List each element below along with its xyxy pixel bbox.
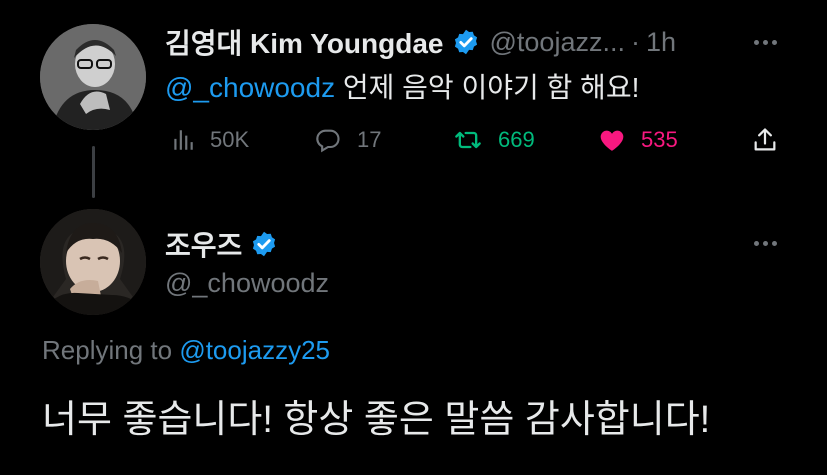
- share-icon: [754, 128, 776, 151]
- tweet-timestamp[interactable]: 1h: [646, 27, 676, 58]
- like-icon: [600, 130, 624, 151]
- reply-button[interactable]: 17: [313, 122, 381, 158]
- more-icon[interactable]: [754, 40, 777, 45]
- author-name[interactable]: 김영대 Kim Youngdae: [165, 22, 444, 62]
- verified-badge-icon: [452, 28, 480, 56]
- thread-connector-line: [92, 146, 95, 198]
- reply-text: 너무 좋습니다! 항상 좋은 말씀 감사합니다!: [42, 399, 711, 441]
- tweet-body: 언제 음악 이야기 함 해요!: [335, 72, 640, 103]
- tweet-actions: 50K 17 669 535: [165, 122, 785, 158]
- tweet-header: 김영대 Kim Youngdae @toojazz... · 1h: [165, 22, 676, 62]
- share-button[interactable]: [751, 122, 779, 158]
- views-button[interactable]: 50K: [170, 122, 249, 158]
- reply-header: 조우즈: [165, 224, 278, 264]
- reply-count: 17: [357, 127, 382, 152]
- retweet-count: 669: [498, 127, 535, 152]
- reply-icon: [316, 129, 340, 153]
- views-count: 50K: [210, 127, 250, 152]
- views-icon: [174, 130, 193, 150]
- retweet-icon: [455, 131, 481, 149]
- like-count: 535: [641, 127, 678, 152]
- reply-author-avatar[interactable]: [40, 209, 146, 315]
- verified-badge-icon: [250, 230, 278, 258]
- replying-to-handle[interactable]: @toojazzy25: [179, 335, 330, 365]
- replying-to-label: Replying to: [42, 335, 180, 365]
- retweet-button[interactable]: 669: [452, 122, 535, 158]
- more-icon[interactable]: [754, 241, 777, 246]
- author-handle[interactable]: @toojazz...: [490, 27, 625, 58]
- tweet-text: @_chowoodz 언제 음악 이야기 함 해요!: [165, 66, 639, 106]
- replying-to: Replying to @toojazzy25: [42, 335, 330, 366]
- like-button[interactable]: 535: [597, 122, 678, 158]
- separator: ·: [630, 26, 640, 57]
- reply-author-avatar-photo: [40, 209, 146, 315]
- reply-author-name[interactable]: 조우즈: [165, 224, 242, 264]
- author-avatar[interactable]: [40, 24, 146, 130]
- reply-author-handle[interactable]: @_chowoodz: [165, 268, 329, 299]
- mention-link[interactable]: @_chowoodz: [165, 72, 335, 103]
- author-avatar-photo: [40, 24, 146, 130]
